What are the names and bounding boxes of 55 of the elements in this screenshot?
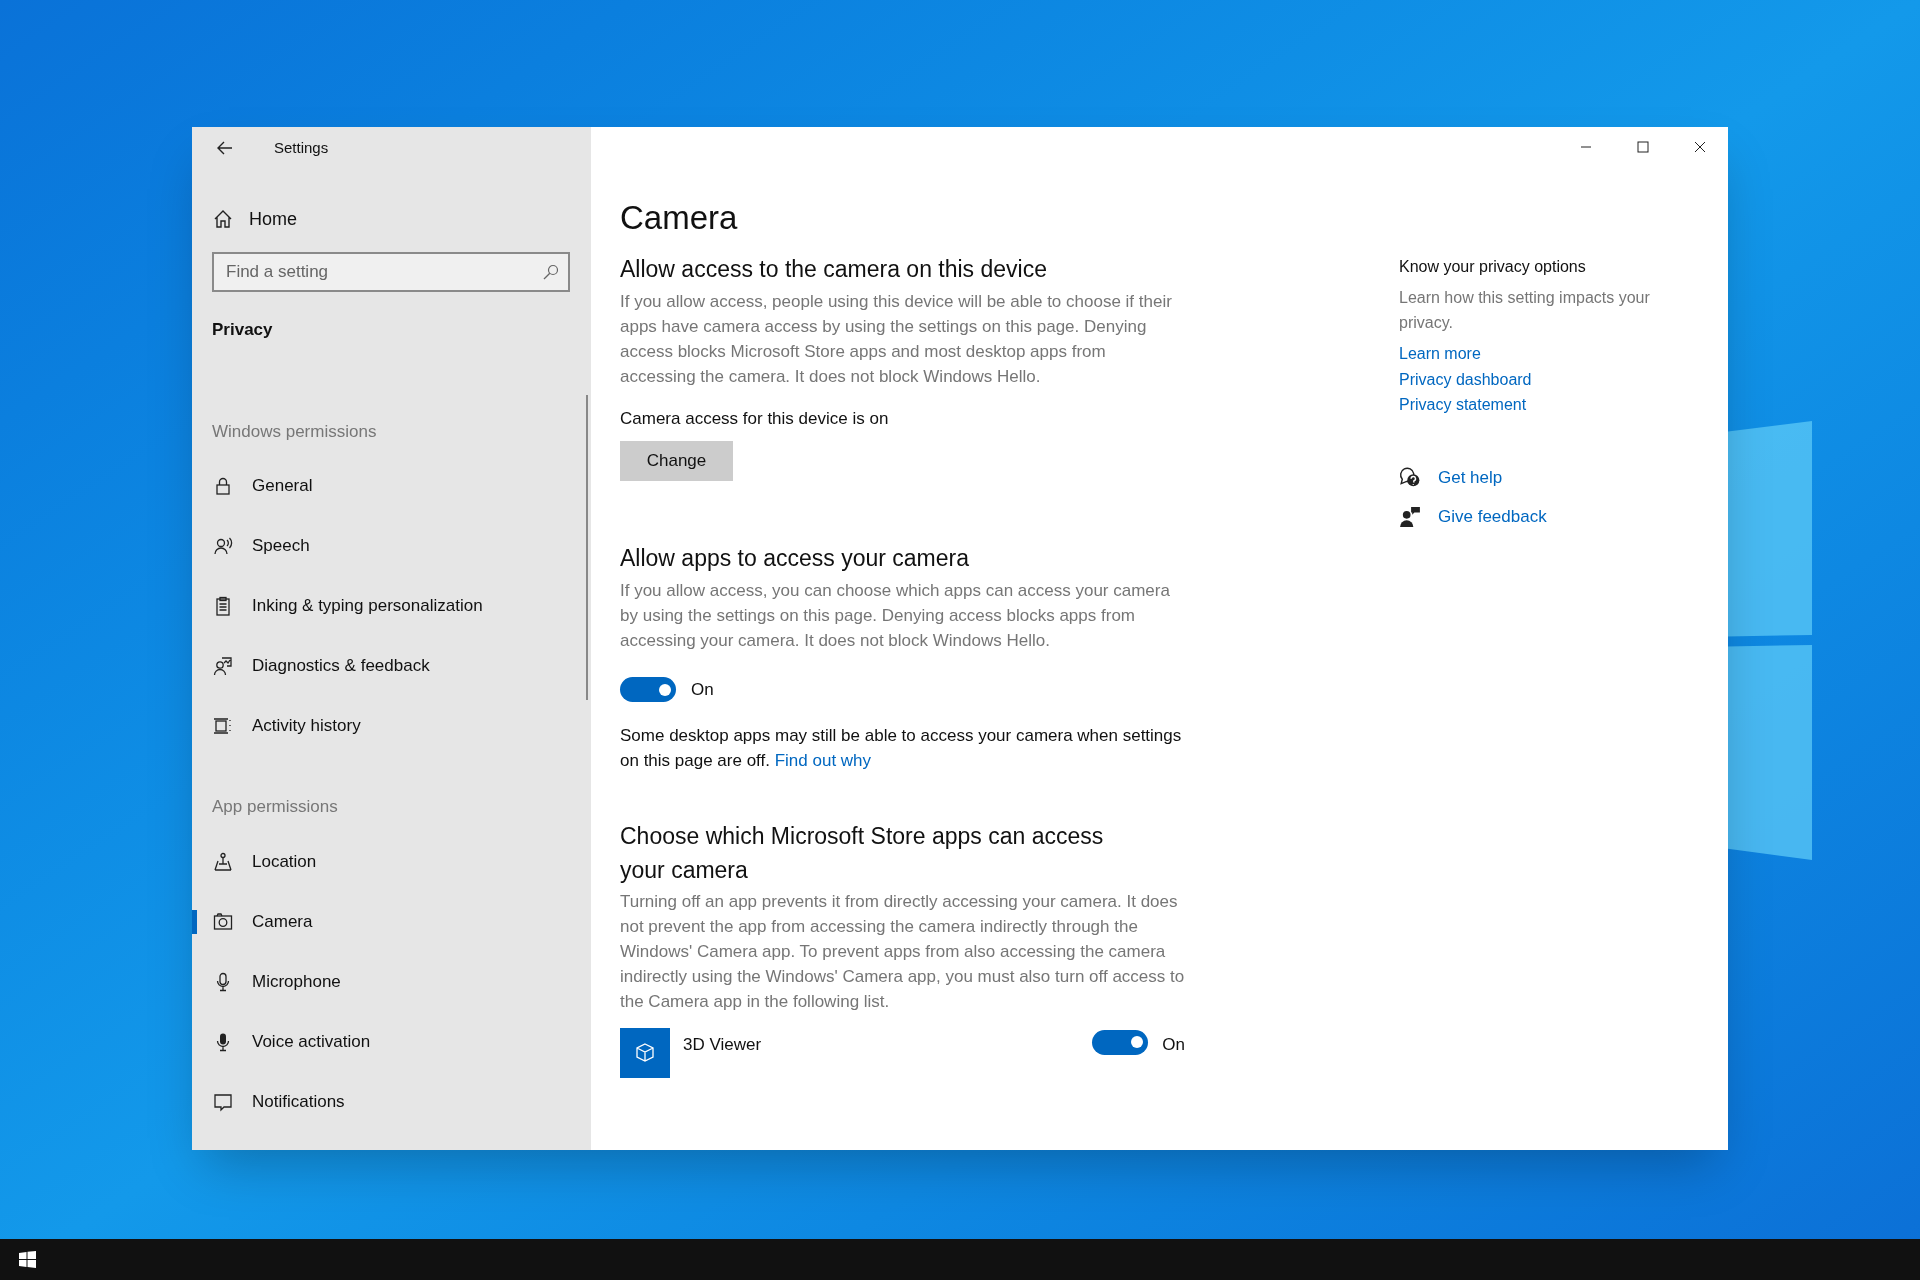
window-title: Settings [274,137,329,158]
privacy-link[interactable]: Learn more [1399,341,1481,367]
privacy-link[interactable]: Privacy dashboard [1399,366,1532,392]
sidebar-item[interactable]: Location [192,831,591,892]
lock-icon [213,476,233,496]
camera-icon [213,911,233,932]
aside-heading: Know your privacy options [1399,257,1587,277]
section-description: If you allow access, people using this device will be able to choose if their apps have camera access by using the settings on this page. Denying access blocks Microsoft Store apps and most desktop apps from accessing the camera. It does not block Windows Hello. [620,291,1173,388]
person-speaking-icon [213,536,233,556]
info-note: Some desktop apps may still be able to access your camera when settings on this page are off. Find out why [620,724,1183,772]
back-arrow-icon [215,140,233,156]
sidebar-item[interactable]: Activity history [192,696,591,756]
group-heading: Windows permissions [211,420,378,443]
toggle-switch[interactable] [1092,1029,1149,1055]
section-heading: Allow apps to access your camera [620,544,970,573]
app-name: 3D Viewer [683,1033,763,1056]
sidebar-item[interactable]: General [192,456,591,516]
privacy-link[interactable]: Privacy statement [1399,392,1527,418]
section-description: If you allow access, you can choose which apps can access your camera by using the settings on this page. Denying access blocks apps from accessing your camera. It does not block Windows Hello. [620,580,1171,652]
home-icon [213,209,233,229]
windows-logo-icon [18,1251,36,1268]
person-feedback-icon [1399,505,1421,528]
sidebar-item[interactable]: Microphone [192,951,591,1012]
change-button[interactable]: Change [620,441,733,481]
feedback-link[interactable]: Give feedback [1438,504,1547,530]
sidebar-item[interactable]: Voice activation [192,1011,591,1072]
toggle-label: On [691,679,714,701]
search-field[interactable]: Find a setting [212,252,570,292]
sidebar-item[interactable]: Speech [192,516,591,576]
get-help-link[interactable]: Get help [1438,464,1503,490]
section-title: Privacy [211,319,274,341]
selection-indicator [192,909,197,934]
maximize-icon [1636,141,1649,153]
section-heading: Choose which Microsoft Store apps can access your camera [620,821,1105,885]
clipboard-icon [213,596,233,616]
find-out-why-link[interactable]: Find out why [774,750,872,770]
sidebar-item[interactable]: Diagnostics & feedback [192,636,591,696]
help-chat-icon [1399,466,1421,489]
section-heading: Allow access to the camera on this device [620,255,1048,284]
activity-list-icon [213,716,233,736]
section-description: Turning off an app prevents it from directly accessing your camera. It does not prevent the app from accessing the camera indirectly through the Windows' Camera app. To prevent apps from also accessing the camera indirectly using the Windows' Camera app, you must also turn off access to the Camera app in the following list. [620,890,1185,1013]
search-icon [542,264,558,280]
group-heading: App permissions [211,796,339,818]
person-chart-icon [213,656,233,676]
status-text: Camera access for this device is on [620,408,890,430]
close-icon [1693,141,1706,153]
aside-description: Learn how this setting impacts your privacy. [1399,288,1651,333]
home-link[interactable]: Home [249,205,297,233]
toggle-switch[interactable] [620,677,676,703]
sidebar-item[interactable]: Inking & typing personalization [192,576,591,636]
page-title: Camera [620,198,739,238]
location-pin-icon [213,851,233,872]
speech-bubble-icon [213,1091,233,1112]
toggle-label: On [1162,1033,1185,1056]
sidebar-item[interactable]: Notifications [192,1071,591,1132]
